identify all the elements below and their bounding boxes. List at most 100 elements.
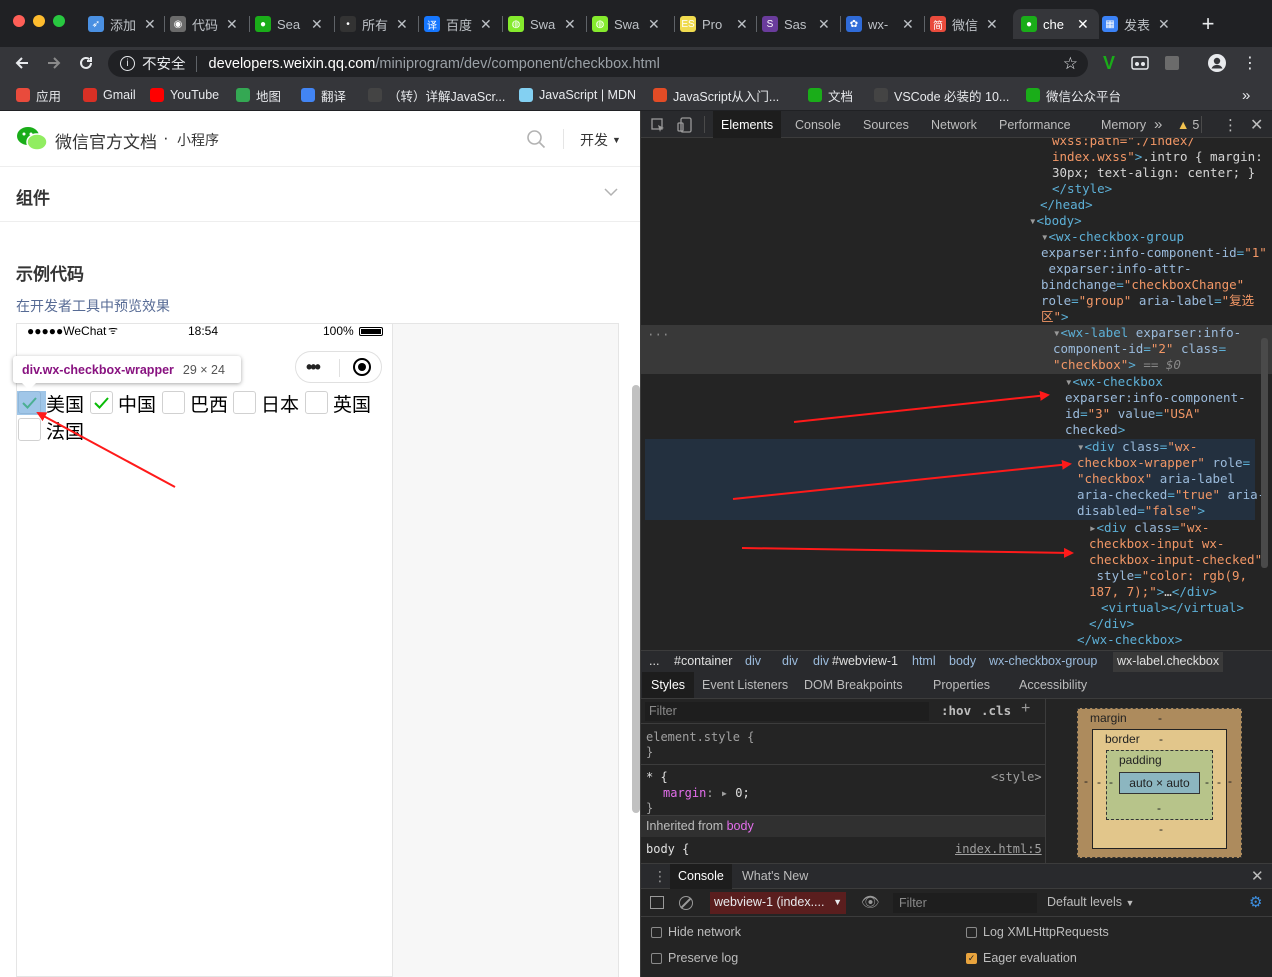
log-levels-dropdown[interactable]: Default levels ▼ — [1047, 895, 1134, 909]
extension-puzzle-icon[interactable] — [1160, 51, 1184, 75]
checkbox[interactable] — [90, 391, 113, 414]
checkbox-label[interactable]: 美国 — [46, 390, 84, 417]
bookmark-item[interactable]: 翻译 — [301, 84, 346, 106]
breadcrumb-item[interactable]: div — [782, 654, 798, 668]
console-option[interactable]: Preserve log — [651, 951, 738, 965]
tab[interactable]: ▦ 发表 ✕ — [1102, 9, 1170, 39]
checkbox[interactable] — [233, 391, 256, 414]
breadcrumb-item[interactable]: div — [813, 654, 829, 668]
checkbox-label[interactable]: 英国 — [333, 390, 371, 417]
bookmark-item[interactable]: （转）详解JavaScr... — [368, 84, 505, 106]
dom-line[interactable]: checkbox-wrapper" role= — [1077, 455, 1250, 471]
checkbox-label[interactable]: 中国 — [118, 390, 156, 417]
styles-filter-input[interactable]: Filter — [645, 702, 929, 721]
vue-extension-icon[interactable]: V — [1097, 51, 1121, 75]
checkbox-label[interactable]: 巴西 — [190, 390, 228, 417]
bookmarks-overflow-icon[interactable]: » — [1242, 84, 1250, 106]
dom-line[interactable]: exparser:info-attr- — [1041, 261, 1192, 277]
console-option[interactable]: Log XMLHttpRequests — [966, 925, 1109, 939]
bookmark-item[interactable]: 应用 — [16, 84, 61, 106]
bookmark-item[interactable]: 地图 — [236, 84, 281, 106]
dom-line[interactable]: bindchange="checkboxChange" — [1041, 277, 1244, 293]
back-arrow-icon[interactable] — [10, 51, 34, 75]
drawer-menu-icon[interactable]: ⋮ — [653, 868, 667, 885]
tab-close-icon[interactable]: ✕ — [226, 16, 238, 33]
checkbox[interactable] — [651, 952, 662, 964]
tab[interactable]: 译百度 ✕ — [424, 9, 492, 39]
panel-tab[interactable]: Accessibility — [1019, 672, 1087, 698]
panel-tab[interactable]: DOM Breakpoints — [804, 672, 903, 698]
tab[interactable]: ➶ 添加 ✕ — [88, 9, 156, 39]
tab[interactable]: ◍ Swa ✕ — [592, 9, 660, 39]
tab-close-icon[interactable]: ✕ — [1158, 16, 1170, 33]
breadcrumb-item[interactable]: #container — [674, 654, 732, 668]
dom-scrollbar[interactable] — [1261, 338, 1268, 568]
tab-close-icon[interactable]: ✕ — [648, 16, 660, 33]
warning-badge[interactable]: ▲ 5 — [1177, 111, 1199, 138]
dom-line[interactable]: exparser:info-component- — [1065, 390, 1246, 406]
checkbox-label[interactable]: 法国 — [46, 417, 84, 444]
tab[interactable]: ◉ 代码 ✕ — [170, 9, 238, 39]
inspect-element-icon[interactable] — [651, 111, 665, 138]
reload-icon[interactable] — [74, 51, 98, 75]
box-padding[interactable]: padding - - - auto × auto — [1106, 750, 1213, 820]
dom-line[interactable]: ▾<div class="wx- — [1077, 439, 1197, 455]
tab[interactable]: ES Pro ✕ — [680, 9, 748, 39]
inherited-tag[interactable]: body — [727, 819, 754, 833]
tab-close-icon[interactable]: ✕ — [1077, 16, 1089, 33]
device-toolbar-icon[interactable] — [677, 111, 693, 138]
bookmark-item[interactable]: YouTube — [150, 84, 219, 106]
margin-declaration[interactable]: margin: ▸ 0; — [663, 786, 750, 801]
dom-line[interactable]: ▾<body> — [1029, 213, 1082, 229]
more-tabs-icon[interactable]: » — [1154, 111, 1162, 138]
close-window-button[interactable] — [13, 15, 25, 27]
box-border[interactable]: border - - - - padding - - - auto × auto — [1092, 729, 1227, 849]
panel-tab[interactable]: Styles — [642, 672, 695, 698]
dom-line[interactable]: ▸<div class="wx- — [1089, 520, 1209, 536]
minimize-window-button[interactable] — [33, 15, 45, 27]
breadcrumb-item[interactable]: div — [745, 654, 761, 668]
tab-close-icon[interactable]: ✕ — [986, 16, 998, 33]
dom-line[interactable]: checkbox-input wx- — [1089, 536, 1224, 552]
devtools-menu-icon[interactable]: ⋮ — [1223, 111, 1238, 138]
body-rule-selector[interactable]: body { — [646, 842, 689, 857]
checkbox[interactable] — [162, 391, 185, 414]
tab[interactable]: S Sas ✕ — [762, 9, 830, 39]
element-style-rule[interactable]: element.style { — [646, 730, 754, 745]
console-settings-gear-icon[interactable]: ⚙ — [1249, 893, 1262, 911]
tab-active[interactable]: ● che ✕ — [1013, 9, 1099, 39]
page-scrollbar[interactable] — [632, 385, 640, 813]
devtools-tab-console[interactable]: Console — [795, 111, 841, 138]
tab-close-icon[interactable]: ✕ — [396, 16, 408, 33]
dom-line[interactable]: 区"> — [1041, 309, 1069, 325]
checkbox[interactable] — [305, 391, 328, 414]
devtools-tab-sources[interactable]: Sources — [863, 111, 909, 138]
cls-toggle[interactable]: .cls — [981, 703, 1011, 718]
dom-line[interactable]: exparser:info-component-id="1" — [1041, 245, 1267, 261]
console-option[interactable]: Hide network — [651, 925, 741, 939]
breadcrumb-item[interactable]: wx-checkbox-group — [989, 654, 1097, 668]
tab-close-icon[interactable]: ✕ — [818, 16, 830, 33]
console-option[interactable]: ✓ Eager evaluation — [966, 951, 1077, 965]
dom-line[interactable]: </wx-checkbox> — [1077, 632, 1182, 648]
new-tab-button[interactable]: + — [1196, 11, 1220, 36]
devtools-close-icon[interactable]: ✕ — [1250, 111, 1263, 138]
new-rule-icon[interactable]: + — [1021, 700, 1030, 718]
tab[interactable]: ◍ Swa ✕ — [508, 9, 576, 39]
bookmark-item[interactable]: 文档 — [808, 84, 853, 106]
bookmark-item[interactable]: VSCode 必装的 10... — [874, 84, 1009, 106]
dom-line[interactable]: ▾<wx-checkbox — [1065, 374, 1163, 390]
maximize-window-button[interactable] — [53, 15, 65, 27]
dom-line[interactable]: "checkbox" aria-label — [1077, 471, 1235, 487]
breadcrumb-item[interactable]: wx-label.checkbox — [1113, 652, 1224, 672]
live-expression-eye-icon[interactable]: 👁 — [861, 893, 880, 911]
checkbox[interactable] — [18, 418, 41, 441]
bookmark-item[interactable]: JavaScript | MDN — [519, 84, 636, 106]
star-rule-source[interactable]: <style> — [991, 770, 1042, 785]
drawer-close-icon[interactable]: ✕ — [1251, 867, 1264, 885]
dom-line[interactable]: style="color: rgb(9, — [1089, 568, 1248, 584]
capsule-close-icon[interactable] — [353, 358, 371, 376]
checkbox[interactable] — [651, 926, 662, 938]
console-filter-input[interactable]: Filter — [893, 893, 1037, 913]
devtools-tab-performance[interactable]: Performance — [999, 111, 1071, 138]
